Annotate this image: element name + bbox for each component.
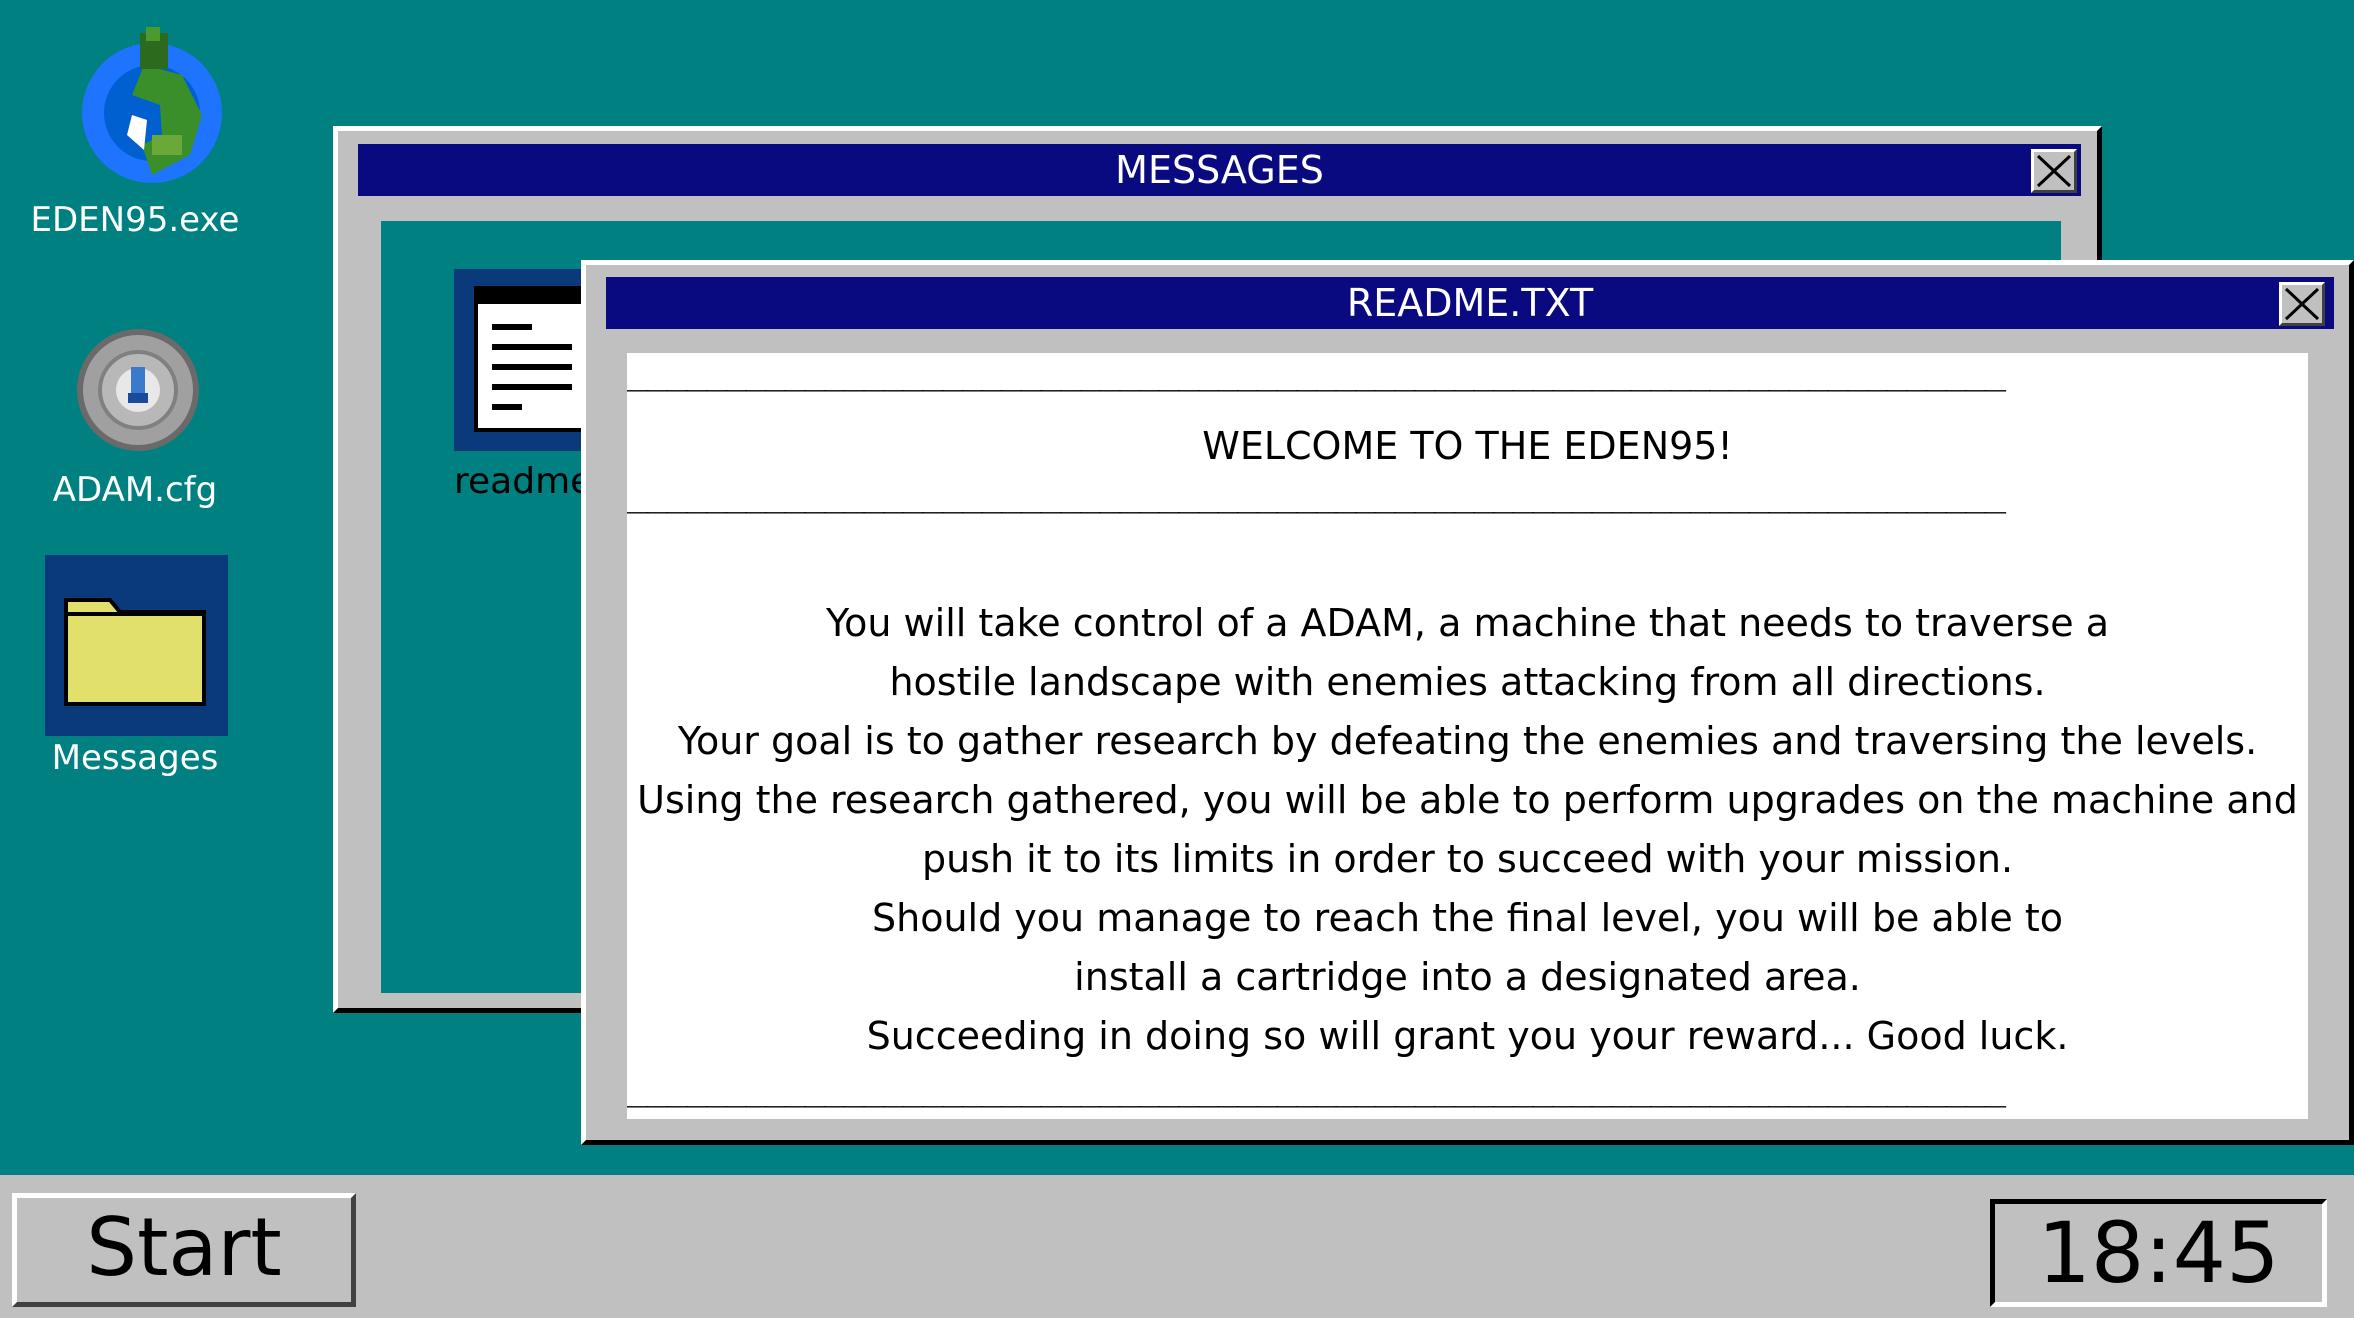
- desktop-icon-label: EDEN95.exe: [30, 200, 240, 240]
- close-button[interactable]: [2031, 149, 2077, 193]
- readme-line: push it to its limits in order to succee…: [921, 837, 2014, 881]
- globe-icon: [82, 27, 222, 183]
- taskbar-clock: 18:45: [1990, 1199, 2327, 1307]
- readme-text-area[interactable]: ________________________________________…: [627, 353, 2308, 1119]
- start-button[interactable]: Start: [12, 1193, 356, 1307]
- folder-icon: [64, 598, 206, 706]
- messages-titlebar[interactable]: MESSAGES: [358, 144, 2081, 196]
- close-icon: [2036, 154, 2072, 188]
- readme-window[interactable]: README.TXT _____________________________…: [581, 260, 2354, 1145]
- readme-line: Your goal is to gather research by defea…: [677, 719, 2258, 763]
- desktop-icon-label: Messages: [51, 738, 219, 778]
- readme-line: Using the research gathered, you will be…: [637, 778, 2298, 822]
- readme-line: Should you manage to reach the final lev…: [872, 896, 2063, 940]
- settings-disc-icon: [77, 329, 199, 451]
- readme-line: You will take control of a ADAM, a machi…: [825, 601, 2109, 645]
- separator-line: ________________________________________…: [627, 473, 2006, 514]
- readme-line: install a cartridge into a designated ar…: [1074, 955, 1861, 999]
- readme-line: hostile landscape with enemies attacking…: [889, 660, 2046, 704]
- file-label: readme: [454, 461, 593, 502]
- window-title: MESSAGES: [1115, 148, 1324, 192]
- text-document-icon: [474, 286, 590, 432]
- close-icon: [2284, 287, 2320, 321]
- window-title: README.TXT: [1346, 281, 1594, 325]
- desktop-icon-eden95[interactable]: EDEN95.exe: [20, 25, 250, 255]
- readme-titlebar[interactable]: README.TXT: [606, 277, 2334, 329]
- desktop-icon-adam-cfg[interactable]: ADAM.cfg: [20, 325, 250, 525]
- desktop-icon-label: ADAM.cfg: [52, 470, 218, 510]
- taskbar: Start 18:45: [0, 1175, 2354, 1318]
- close-button[interactable]: [2279, 282, 2325, 326]
- readme-line: Succeeding in doing so will grant you yo…: [866, 1014, 2069, 1058]
- separator-line: ________________________________________…: [627, 1067, 2006, 1108]
- desktop-icon-messages[interactable]: Messages: [20, 555, 250, 785]
- readme-heading: WELCOME TO THE EDEN95!: [1202, 424, 1733, 468]
- separator-line: ________________________________________…: [627, 353, 2006, 392]
